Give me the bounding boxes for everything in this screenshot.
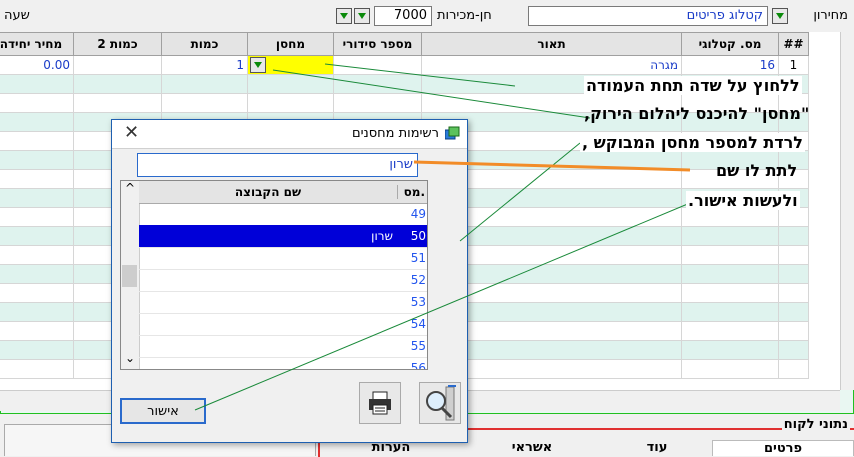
callout-line-1 <box>324 63 516 87</box>
callout-lines <box>194 63 691 411</box>
callout-line-4 <box>413 160 691 172</box>
note-line-4: לתת לו שם <box>716 161 798 180</box>
callout-line-3 <box>459 142 581 242</box>
note-line-2: "מחסן" להיכנס ליהלום הירוק, <box>584 104 810 123</box>
note-line-5: ולעשות אישור. <box>686 191 800 210</box>
note-line-3: לרדת למספר מחסן המבוקש , <box>580 133 805 152</box>
callout-line-2 <box>272 69 591 119</box>
note-line-1: ללחוץ על שדה תחת העמודה <box>584 76 802 95</box>
callout-line-5 <box>194 202 691 411</box>
